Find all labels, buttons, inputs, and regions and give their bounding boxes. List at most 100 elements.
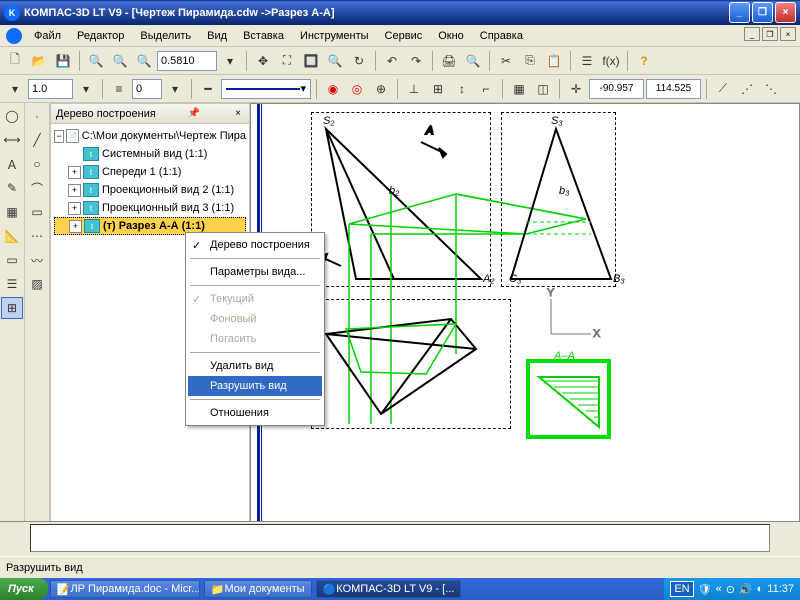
help-icon[interactable]: ? <box>633 50 655 72</box>
copy-icon[interactable]: ⎘ <box>519 50 541 72</box>
drawing-canvas[interactable]: X Y А–А А А <box>250 103 800 556</box>
lang-indicator[interactable]: EN <box>670 581 693 597</box>
param-icon[interactable]: ▦ <box>508 78 530 100</box>
layer-icon[interactable]: ≡ <box>108 78 130 100</box>
tree-item-system[interactable]: t Системный вид (1:1) <box>54 145 246 163</box>
tray-icon[interactable]: 🛡 <box>698 583 712 596</box>
hatch-icon[interactable]: ▨ <box>26 273 48 295</box>
variables-icon[interactable]: f(x) <box>600 50 622 72</box>
spec-icon[interactable]: ☰ <box>1 273 23 295</box>
tree-item-front[interactable]: +t Спереди 1 (1:1) <box>54 163 246 181</box>
close-button[interactable]: × <box>775 2 796 23</box>
cm-params[interactable]: Параметры вида... <box>188 262 322 282</box>
menu-help[interactable]: Справка <box>472 27 531 45</box>
geometry-icon[interactable]: ◯ <box>1 105 23 127</box>
assoc-icon[interactable]: ◫ <box>532 78 554 100</box>
new-icon[interactable]: 🗋 <box>4 50 26 72</box>
menu-file[interactable]: Файл <box>26 27 69 45</box>
menu-select[interactable]: Выделить <box>132 27 199 45</box>
aux-icon[interactable]: ⋯ <box>26 225 48 247</box>
notation-icon[interactable]: Ａ <box>1 153 23 175</box>
snap-end-icon[interactable]: ◉ <box>322 78 344 100</box>
cm-tree[interactable]: ✓Дерево построения <box>188 235 322 255</box>
zoom-out-icon[interactable]: 🔍 <box>133 50 155 72</box>
round-icon[interactable]: ↕ <box>451 78 473 100</box>
measure-icon[interactable]: 📐 <box>1 225 23 247</box>
tree-close-icon[interactable]: × <box>232 108 244 119</box>
arc-icon[interactable]: ⌒ <box>26 177 48 199</box>
task-mydocs[interactable]: 📁 Мои документы <box>204 580 312 598</box>
undo-icon[interactable]: ↶ <box>381 50 403 72</box>
dropdown-icon[interactable]: ▾ <box>219 50 241 72</box>
system-tray[interactable]: EN 🛡 « ⊙ 🔊 ◐ 11:37 <box>664 578 800 600</box>
cm-destroy[interactable]: Разрушить вид <box>188 376 322 396</box>
properties-icon[interactable]: ☰ <box>576 50 598 72</box>
tray-icon3[interactable]: ⊙ <box>726 583 735 596</box>
mdi-minimize-button[interactable]: _ <box>744 27 760 41</box>
redo-icon[interactable]: ↷ <box>405 50 427 72</box>
menu-tools[interactable]: Инструменты <box>292 27 377 45</box>
zoom-region-icon[interactable]: 🔲 <box>300 50 322 72</box>
cut-icon[interactable]: ✂ <box>495 50 517 72</box>
tree-doc[interactable]: −📄 C:\Мои документы\Чертеж Пира <box>54 127 246 145</box>
line-icon[interactable]: ╱ <box>26 129 48 151</box>
cm-relations[interactable]: Отношения <box>188 403 322 423</box>
mdi-close-button[interactable]: × <box>780 27 796 41</box>
pin-icon[interactable]: 📌 <box>185 108 203 119</box>
scale-input[interactable] <box>28 79 73 99</box>
layer-input[interactable] <box>132 79 162 99</box>
circle-icon[interactable]: ○ <box>26 153 48 175</box>
maximize-button[interactable]: ❐ <box>752 2 773 23</box>
point-icon[interactable]: · <box>26 105 48 127</box>
selected-view-box[interactable] <box>526 359 611 439</box>
grid-icon[interactable]: ⊞ <box>427 78 449 100</box>
menu-service[interactable]: Сервис <box>377 27 431 45</box>
redraw-icon[interactable]: ↻ <box>348 50 370 72</box>
rect-icon[interactable]: ▭ <box>26 201 48 223</box>
paste-icon[interactable]: 📋 <box>543 50 565 72</box>
menu-edit[interactable]: Редактор <box>69 27 132 45</box>
select2-icon[interactable]: ▭ <box>1 249 23 271</box>
ortho-icon[interactable]: ⊥ <box>403 78 425 100</box>
misc1-icon[interactable]: ⟋ <box>712 78 734 100</box>
tray-icon4[interactable]: 🔊 <box>739 583 753 596</box>
task-kompas[interactable]: 🔵 КОМПАС-3D LT V9 - [... <box>316 580 462 598</box>
cm-hide[interactable]: Погасить <box>188 329 322 349</box>
views-icon[interactable]: ⊞ <box>1 297 23 319</box>
linestyle-select[interactable]: ▾ <box>221 79 311 99</box>
menu-view[interactable]: Вид <box>199 27 235 45</box>
preview-icon[interactable]: 🔍 <box>462 50 484 72</box>
mdi-restore-button[interactable]: ❐ <box>762 27 778 41</box>
spline-icon[interactable]: 〰 <box>26 249 48 271</box>
scale-dd-icon[interactable]: ▾ <box>75 78 97 100</box>
misc3-icon[interactable]: ⋱ <box>760 78 782 100</box>
menu-window[interactable]: Окно <box>430 27 472 45</box>
tree-item-proj2[interactable]: +t Проекционный вид 2 (1:1) <box>54 181 246 199</box>
zoom-window-icon[interactable]: 🔍 <box>85 50 107 72</box>
clock[interactable]: 11:37 <box>767 583 794 595</box>
cm-bg[interactable]: Фоновый <box>188 309 322 329</box>
tray-icon2[interactable]: « <box>716 583 722 595</box>
zoom-in-icon[interactable]: 🔍 <box>109 50 131 72</box>
coords-icon[interactable]: ✛ <box>565 78 587 100</box>
edit-icon[interactable]: ✎ <box>1 177 23 199</box>
minimize-button[interactable]: _ <box>729 2 750 23</box>
fit-icon[interactable]: ⛶ <box>276 50 298 72</box>
snap-toggle-icon[interactable]: ⊕ <box>370 78 392 100</box>
layer-dd-icon[interactable]: ▾ <box>164 78 186 100</box>
dimension-icon[interactable]: ⟷ <box>1 129 23 151</box>
line-style-icon[interactable]: ━ <box>197 78 219 100</box>
tray-icon5[interactable]: ◐ <box>757 583 764 595</box>
start-button[interactable]: Пуск <box>0 578 48 600</box>
tree-item-proj3[interactable]: +t Проекционный вид 3 (1:1) <box>54 199 246 217</box>
param2-icon[interactable]: ▦ <box>1 201 23 223</box>
menu-insert[interactable]: Вставка <box>235 27 292 45</box>
lcs-icon[interactable]: ⌐ <box>475 78 497 100</box>
task-word[interactable]: 📝 ЛР Пирамида.doc - Micr... <box>50 580 200 598</box>
cm-current[interactable]: ✓Текущий <box>188 289 322 309</box>
state-icon[interactable]: ▾ <box>4 78 26 100</box>
snap-mid-icon[interactable]: ◎ <box>346 78 368 100</box>
zoom-input[interactable] <box>157 51 217 71</box>
open-icon[interactable]: 📂 <box>28 50 50 72</box>
pan-icon[interactable]: ✥ <box>252 50 274 72</box>
